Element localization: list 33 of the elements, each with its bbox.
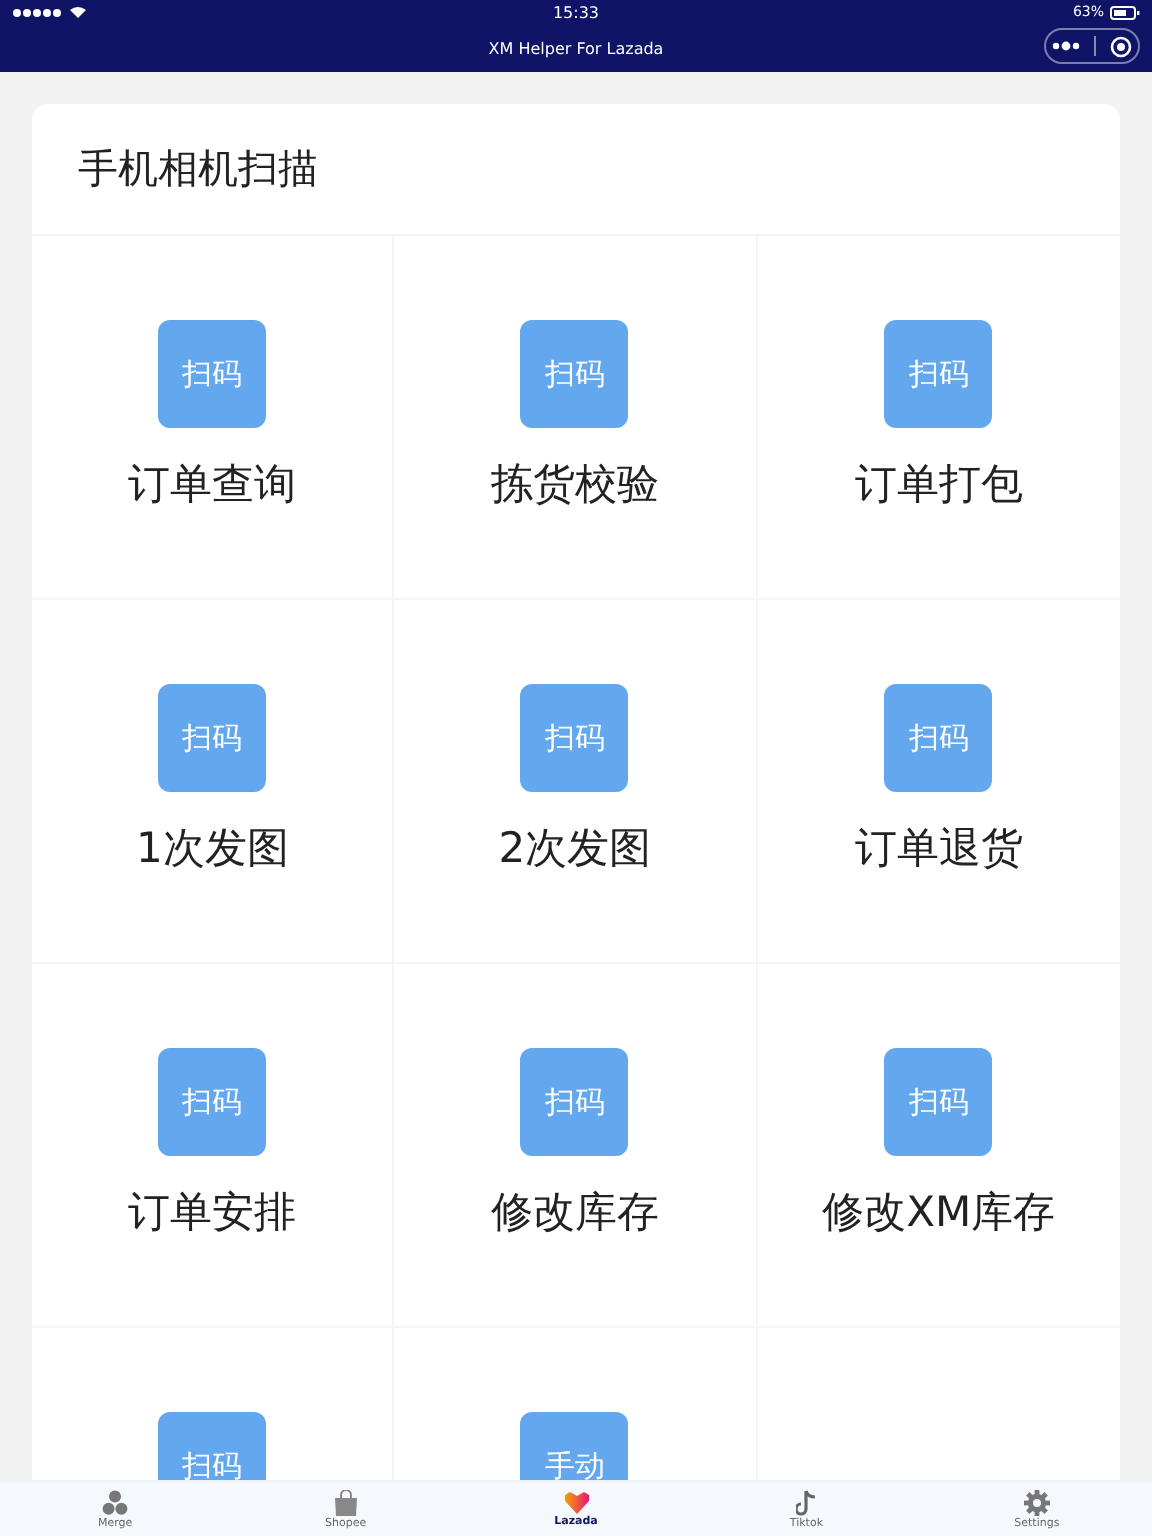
scan-button[interactable]: 扫码	[158, 1048, 267, 1156]
settings-icon	[1023, 1489, 1050, 1515]
window-title: XM Helper For Lazada	[488, 39, 664, 57]
scan-button[interactable]: 扫码	[520, 320, 629, 428]
scan-button[interactable]: 扫码	[158, 320, 267, 428]
scan-button[interactable]: 扫码	[884, 684, 993, 792]
function-label: 修改库存	[490, 1186, 659, 1240]
battery-icon	[1110, 5, 1140, 19]
function-label: 订单打包	[854, 458, 1023, 512]
status-time: 15:33	[552, 3, 600, 21]
function-label: 订单退货	[854, 822, 1023, 876]
shopping-bag-icon	[333, 1489, 358, 1515]
capsule-menu[interactable]	[1044, 28, 1140, 64]
function-label: 订单查询	[128, 458, 297, 512]
scan-button[interactable]: 扫码	[884, 320, 993, 428]
function-label: 修改XM库存	[822, 1186, 1056, 1240]
scan-button[interactable]: 扫码	[520, 1048, 629, 1156]
scan-button[interactable]: 扫码	[520, 684, 629, 792]
scan-button[interactable]: 扫码	[158, 684, 267, 792]
music-note-icon	[795, 1489, 818, 1515]
function-label: 1次发图	[135, 822, 289, 876]
scan-button[interactable]: 扫码	[884, 1048, 993, 1156]
function-label: 订单安排	[128, 1186, 297, 1240]
wifi-icon	[70, 6, 86, 18]
more-icon[interactable]	[1052, 40, 1081, 52]
close-target-icon[interactable]	[1109, 35, 1132, 57]
heart-icon	[563, 1491, 589, 1513]
signal-icon	[12, 7, 64, 17]
scan-button[interactable]: 手动	[520, 1412, 629, 1480]
scan-button[interactable]: 扫码	[158, 1412, 267, 1480]
card-title: 手机相机扫描	[76, 142, 320, 196]
function-label: 拣货校验	[490, 458, 659, 512]
function-label: 2次发图	[498, 822, 652, 876]
